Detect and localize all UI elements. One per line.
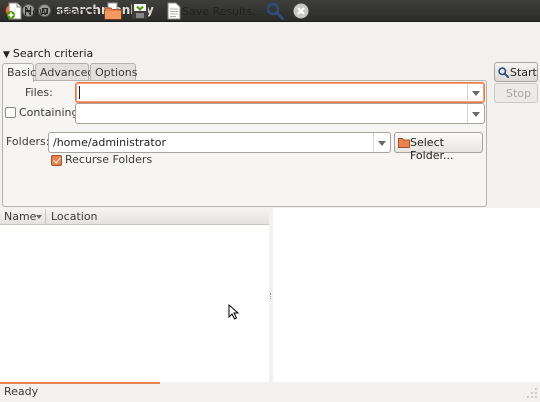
tab-options[interactable]: Options bbox=[90, 63, 137, 80]
save-results-button[interactable]: Save Results... bbox=[182, 5, 263, 18]
document-icon[interactable] bbox=[165, 2, 183, 20]
select-folder-label: Select Folder... bbox=[410, 136, 454, 162]
status-text: Ready bbox=[4, 385, 39, 398]
folder-icon bbox=[398, 137, 410, 148]
search-icon bbox=[498, 67, 510, 79]
tab-basic[interactable]: Basic bbox=[2, 63, 36, 82]
resize-grip-icon[interactable] bbox=[524, 385, 538, 399]
mouse-pointer-icon bbox=[228, 303, 240, 320]
folders-combo[interactable]: /home/administrator bbox=[48, 132, 391, 153]
files-combo[interactable] bbox=[75, 82, 485, 103]
save-icon[interactable] bbox=[131, 2, 149, 20]
text-caret bbox=[79, 86, 80, 99]
files-label: Files: bbox=[25, 86, 53, 99]
splitter-handle[interactable] bbox=[270, 293, 272, 299]
chevron-down-icon[interactable] bbox=[373, 133, 390, 152]
search-criteria-label: Search criteria bbox=[12, 47, 94, 60]
stop-label: Stop bbox=[506, 87, 532, 100]
column-divider[interactable] bbox=[45, 209, 46, 224]
status-bar bbox=[0, 384, 540, 400]
search-criteria-expander[interactable]: ▼ Search criteria bbox=[3, 47, 93, 60]
column-header-location[interactable]: Location bbox=[51, 210, 98, 223]
tab-advanced[interactable]: Advanced bbox=[35, 63, 94, 80]
open-folder-icon[interactable] bbox=[104, 2, 122, 20]
containing-combo[interactable] bbox=[75, 103, 485, 124]
recurse-folders-label[interactable]: Recurse Folders bbox=[65, 153, 152, 166]
chevron-down-icon[interactable] bbox=[467, 83, 484, 102]
select-folder-button[interactable]: Select Folder... bbox=[394, 132, 483, 162]
new-instance-button[interactable]: New Instance bbox=[24, 5, 98, 18]
results-preview-pane[interactable] bbox=[273, 208, 540, 382]
stop-icon[interactable] bbox=[292, 2, 310, 20]
toolbar bbox=[0, 21, 540, 46]
containing-label[interactable]: Containing: bbox=[19, 106, 82, 119]
start-button[interactable]: Start bbox=[494, 62, 538, 82]
folders-label: Folders: bbox=[6, 135, 50, 148]
containing-checkbox[interactable] bbox=[5, 107, 16, 118]
chevron-down-icon[interactable] bbox=[467, 104, 484, 123]
start-label: Start bbox=[510, 66, 537, 79]
new-doc-icon[interactable] bbox=[6, 2, 24, 20]
search-icon[interactable] bbox=[266, 2, 284, 20]
column-header-name[interactable]: Name bbox=[4, 210, 36, 223]
stop-button[interactable]: Stop bbox=[494, 83, 538, 103]
expander-triangle-icon: ▼ bbox=[3, 50, 10, 60]
folders-value: /home/administrator bbox=[53, 136, 166, 149]
sort-arrow-icon bbox=[36, 215, 42, 219]
recurse-folders-checkbox[interactable] bbox=[51, 155, 62, 166]
